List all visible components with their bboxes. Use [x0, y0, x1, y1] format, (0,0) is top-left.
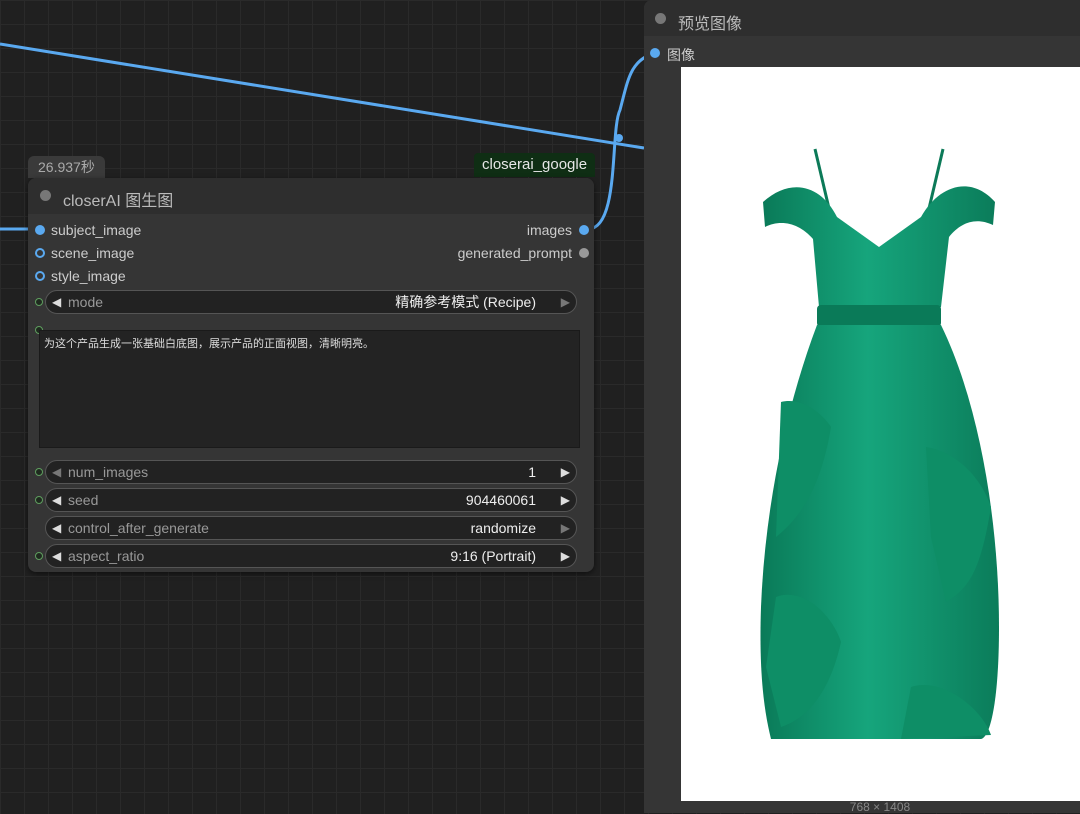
input-label-style-image: style_image [51, 268, 126, 284]
widget-value: 1 [528, 464, 536, 480]
execution-time-badge: 26.937秒 [28, 156, 105, 178]
node-header[interactable]: 预览图像 [644, 0, 1080, 36]
mode-combo[interactable]: ◀ mode 精确参考模式 (Recipe) ▶ [45, 290, 577, 314]
widget-label: mode [68, 294, 104, 310]
node-title: closerAI 图生图 [63, 193, 174, 210]
right-arrow-icon[interactable]: ▶ [561, 517, 570, 539]
widget-value: 9:16 (Portrait) [450, 548, 536, 564]
prompt-textarea[interactable]: 为这个产品生成一张基础白底图，展示产品的正面视图，清晰明亮。 [39, 330, 580, 448]
node-header[interactable]: closerAI 图生图 [28, 178, 594, 214]
widget-input-dot[interactable] [35, 552, 43, 560]
preview-image[interactable] [681, 67, 1080, 801]
output-label-images: images [526, 222, 572, 238]
input-slot-scene-image[interactable] [35, 248, 45, 258]
collapse-dot-icon[interactable] [40, 190, 51, 201]
widget-label: control_after_generate [68, 520, 209, 536]
output-slot-generated-prompt[interactable] [579, 248, 589, 258]
preview-image-node[interactable]: 预览图像 图像 768 × 1408 [644, 0, 1080, 814]
seed-stepper[interactable]: ◀ seed 904460061 ▶ [45, 488, 577, 512]
left-arrow-icon[interactable]: ◀ [52, 291, 61, 313]
image-dimensions: 768 × 1408 [849, 800, 911, 814]
input-label-subject-image: subject_image [51, 222, 142, 238]
decrement-arrow-icon[interactable]: ◀ [52, 489, 61, 511]
closerai-node[interactable]: closerAI 图生图 subject_image scene_image s… [28, 178, 594, 572]
control-after-generate-combo[interactable]: ◀ control_after_generate randomize ▶ [45, 516, 577, 540]
widget-label: aspect_ratio [68, 548, 145, 564]
provider-badge: closerai_google [474, 153, 596, 177]
node-title: 预览图像 [678, 16, 743, 33]
increment-arrow-icon[interactable]: ▶ [561, 489, 570, 511]
widget-input-dot[interactable] [35, 298, 43, 306]
right-arrow-icon[interactable]: ▶ [561, 545, 570, 567]
decrement-arrow-icon[interactable]: ◀ [52, 461, 61, 483]
left-arrow-icon[interactable]: ◀ [52, 545, 61, 567]
input-slot-image[interactable] [650, 48, 660, 58]
widget-value: 精确参考模式 (Recipe) [395, 294, 536, 310]
input-label-image: 图像 [667, 47, 695, 63]
widget-input-dot[interactable] [35, 496, 43, 504]
right-arrow-icon[interactable]: ▶ [561, 291, 570, 313]
output-label-generated-prompt: generated_prompt [457, 245, 572, 261]
num-images-stepper[interactable]: ◀ num_images 1 ▶ [45, 460, 577, 484]
widget-input-dot[interactable] [35, 468, 43, 476]
increment-arrow-icon[interactable]: ▶ [561, 461, 570, 483]
widget-label: seed [68, 492, 99, 508]
left-arrow-icon[interactable]: ◀ [52, 517, 61, 539]
green-dress-image [760, 148, 999, 739]
aspect-ratio-combo[interactable]: ◀ aspect_ratio 9:16 (Portrait) ▶ [45, 544, 577, 568]
reroute-point [615, 134, 623, 142]
widget-label: num_images [68, 464, 149, 480]
widget-value: 904460061 [465, 492, 536, 508]
input-slot-subject-image[interactable] [35, 225, 45, 235]
input-label-scene-image: scene_image [51, 245, 135, 261]
collapse-dot-icon[interactable] [655, 13, 666, 24]
output-slot-images[interactable] [579, 225, 589, 235]
widget-value: randomize [470, 520, 536, 536]
link-wire [0, 42, 645, 150]
input-slot-style-image[interactable] [35, 271, 45, 281]
